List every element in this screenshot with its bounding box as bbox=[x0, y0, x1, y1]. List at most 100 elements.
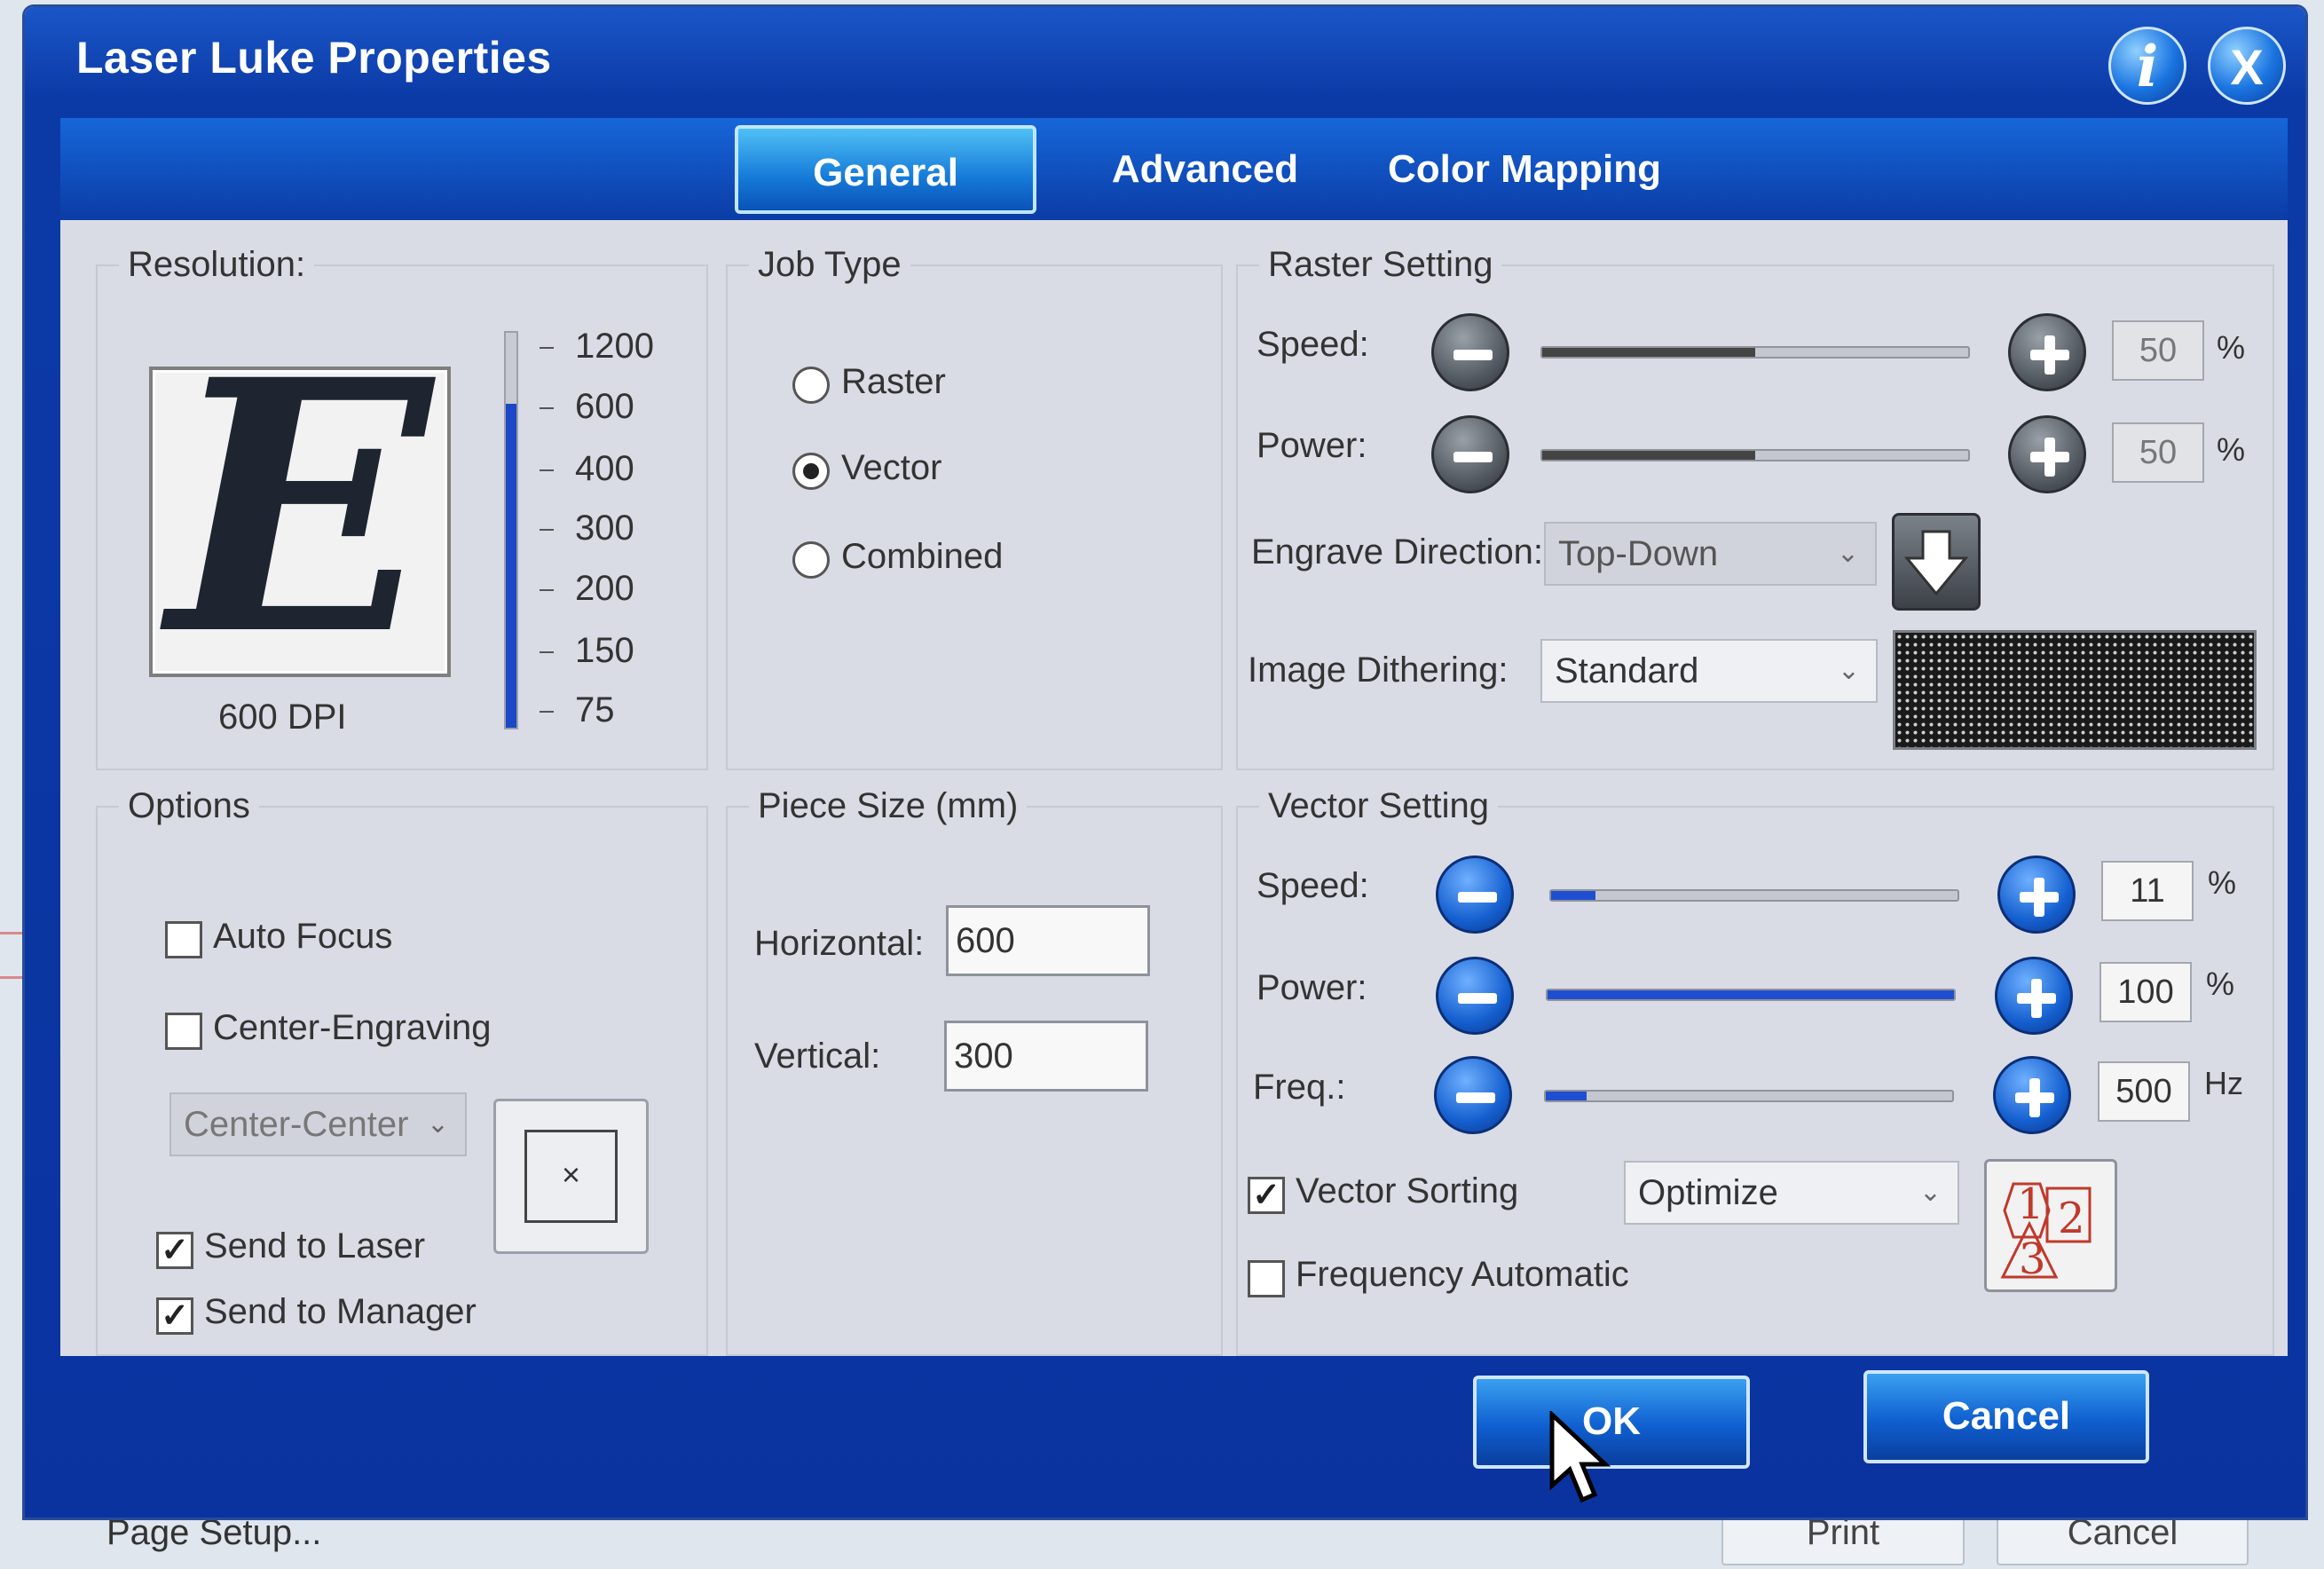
frequency-automatic-checkbox[interactable] bbox=[1248, 1260, 1285, 1297]
horizontal-input[interactable]: 600 bbox=[946, 905, 1150, 976]
raster-speed-plus-button[interactable] bbox=[2008, 313, 2086, 391]
send-to-laser-checkbox[interactable]: ✓ bbox=[156, 1232, 193, 1269]
dpi-tick: 1200 bbox=[540, 327, 654, 367]
sort-shapes-icon bbox=[2000, 1182, 2092, 1279]
dithering-preview bbox=[1893, 630, 2257, 750]
sort-number-1: 1 bbox=[2017, 1179, 2044, 1229]
info-button[interactable]: i bbox=[2108, 27, 2186, 105]
send-to-manager-checkbox[interactable]: ✓ bbox=[156, 1297, 193, 1335]
raster-speed-slider[interactable] bbox=[1540, 346, 1970, 359]
vector-speed-slider[interactable] bbox=[1549, 889, 1959, 902]
mouse-cursor-icon bbox=[1549, 1411, 1611, 1503]
chevron-down-icon: ⌄ bbox=[1837, 656, 1860, 685]
radio-vector[interactable] bbox=[792, 453, 830, 490]
vector-power-slider[interactable] bbox=[1546, 989, 1956, 1001]
vector-sorting-select[interactable]: Optimize ⌄ bbox=[1624, 1161, 1959, 1225]
vector-power-plus-button[interactable] bbox=[1995, 957, 2073, 1035]
tab-advanced[interactable]: Advanced bbox=[1072, 125, 1338, 214]
vector-power-unit: % bbox=[2206, 966, 2235, 1002]
raster-power-plus-button[interactable] bbox=[2008, 415, 2086, 493]
raster-power-slider[interactable] bbox=[1540, 449, 1970, 461]
radio-combined[interactable] bbox=[792, 541, 830, 579]
vector-speed-label: Speed: bbox=[1257, 866, 1369, 905]
image-dithering-label: Image Dithering: bbox=[1248, 650, 1509, 690]
vector-freq-minus-button[interactable] bbox=[1434, 1056, 1512, 1134]
vector-sorting-checkbox[interactable]: ✓ bbox=[1248, 1177, 1285, 1214]
engrave-direction-arrow-button[interactable] bbox=[1892, 513, 1981, 611]
vector-freq-slider[interactable] bbox=[1544, 1090, 1954, 1102]
slider-fill bbox=[1546, 1092, 1587, 1100]
options-group: Options bbox=[96, 786, 708, 1356]
resolution-preview: E bbox=[149, 335, 451, 681]
center-engraving-checkbox[interactable] bbox=[165, 1013, 202, 1050]
vector-speed-value[interactable]: 11 bbox=[2101, 861, 2194, 921]
ok-button[interactable]: OK bbox=[1473, 1376, 1750, 1469]
center-position-preview: × bbox=[493, 1099, 649, 1254]
slider-fill bbox=[1548, 990, 1954, 999]
raster-speed-minus-button[interactable] bbox=[1431, 313, 1509, 391]
page-setup-link[interactable]: Page Setup... bbox=[106, 1513, 321, 1553]
slider-fill bbox=[1542, 348, 1755, 357]
radio-raster[interactable] bbox=[792, 367, 830, 404]
center-position-select[interactable]: Center-Center ⌄ bbox=[169, 1092, 467, 1156]
engrave-direction-select[interactable]: Top-Down ⌄ bbox=[1544, 522, 1877, 586]
auto-focus-label: Auto Focus bbox=[213, 917, 393, 956]
dpi-tick: 400 bbox=[540, 449, 634, 489]
chevron-down-icon: ⌄ bbox=[426, 1109, 449, 1139]
title-bar: Laser Luke Properties i X bbox=[25, 7, 2305, 131]
send-to-manager-label: Send to Manager bbox=[204, 1292, 477, 1331]
job-type-title: Job Type bbox=[749, 245, 910, 285]
vector-sorting-label: Vector Sorting bbox=[1296, 1171, 1519, 1210]
engrave-direction-label: Engrave Direction: bbox=[1251, 532, 1544, 572]
resolution-title: Resolution: bbox=[119, 245, 315, 285]
auto-focus-checkbox[interactable] bbox=[165, 921, 202, 958]
vector-freq-unit: Hz bbox=[2204, 1065, 2243, 1101]
vector-power-label: Power: bbox=[1257, 968, 1367, 1007]
vertical-label: Vertical: bbox=[754, 1037, 881, 1076]
dpi-tick: 150 bbox=[540, 631, 634, 671]
raster-speed-label: Speed: bbox=[1257, 325, 1369, 364]
properties-dialog: Laser Luke Properties i X General Advanc… bbox=[25, 7, 2305, 1518]
dpi-tick: 75 bbox=[540, 690, 615, 730]
tab-color-mapping[interactable]: Color Mapping bbox=[1374, 125, 1675, 214]
vector-sort-order-icon: 1 2 3 bbox=[1984, 1159, 2117, 1292]
vector-setting-title: Vector Setting bbox=[1259, 786, 1499, 826]
chevron-down-icon: ⌄ bbox=[1918, 1178, 1942, 1207]
send-to-laser-label: Send to Laser bbox=[204, 1226, 426, 1265]
dpi-label: 600 DPI bbox=[218, 698, 347, 737]
settings-panel: Resolution: E 600 DPI 1200 600 400 300 2… bbox=[60, 220, 2288, 1356]
horizontal-label: Horizontal: bbox=[754, 924, 925, 963]
sort-number-2: 2 bbox=[2058, 1194, 2085, 1243]
job-type-group: Job Type bbox=[726, 245, 1223, 770]
vector-speed-minus-button[interactable] bbox=[1436, 855, 1514, 934]
raster-power-minus-button[interactable] bbox=[1431, 415, 1509, 493]
dpi-slider[interactable] bbox=[504, 331, 518, 729]
close-button[interactable]: X bbox=[2208, 27, 2286, 105]
tab-general[interactable]: General bbox=[735, 125, 1036, 214]
vector-speed-plus-button[interactable] bbox=[1997, 855, 2076, 934]
vector-freq-plus-button[interactable] bbox=[1993, 1056, 2071, 1134]
raster-setting-title: Raster Setting bbox=[1259, 245, 1502, 285]
raster-speed-unit: % bbox=[2217, 329, 2246, 366]
slider-fill bbox=[1542, 451, 1755, 460]
vector-freq-value[interactable]: 500 bbox=[2098, 1061, 2190, 1122]
center-engraving-label: Center-Engraving bbox=[213, 1008, 492, 1047]
dpi-tick: 600 bbox=[540, 387, 634, 427]
chevron-down-icon: ⌄ bbox=[1836, 539, 1859, 568]
cancel-button[interactable]: Cancel bbox=[1863, 1370, 2149, 1463]
vertical-input[interactable]: 300 bbox=[944, 1021, 1148, 1092]
image-dithering-select[interactable]: Standard ⌄ bbox=[1540, 639, 1878, 703]
radio-raster-label: Raster bbox=[841, 362, 946, 401]
vector-speed-unit: % bbox=[2208, 864, 2237, 901]
arrow-down-icon bbox=[1903, 530, 1969, 596]
dpi-tick: 200 bbox=[540, 569, 634, 609]
options-title: Options bbox=[119, 786, 259, 826]
radio-vector-label: Vector bbox=[841, 448, 942, 487]
vector-power-value[interactable]: 100 bbox=[2099, 962, 2192, 1022]
raster-speed-value[interactable]: 50 bbox=[2112, 320, 2204, 381]
preview-letter: E bbox=[168, 304, 432, 711]
raster-power-unit: % bbox=[2217, 431, 2246, 468]
dpi-tick: 300 bbox=[540, 509, 634, 548]
vector-power-minus-button[interactable] bbox=[1436, 957, 1514, 1035]
raster-power-value[interactable]: 50 bbox=[2112, 422, 2204, 483]
